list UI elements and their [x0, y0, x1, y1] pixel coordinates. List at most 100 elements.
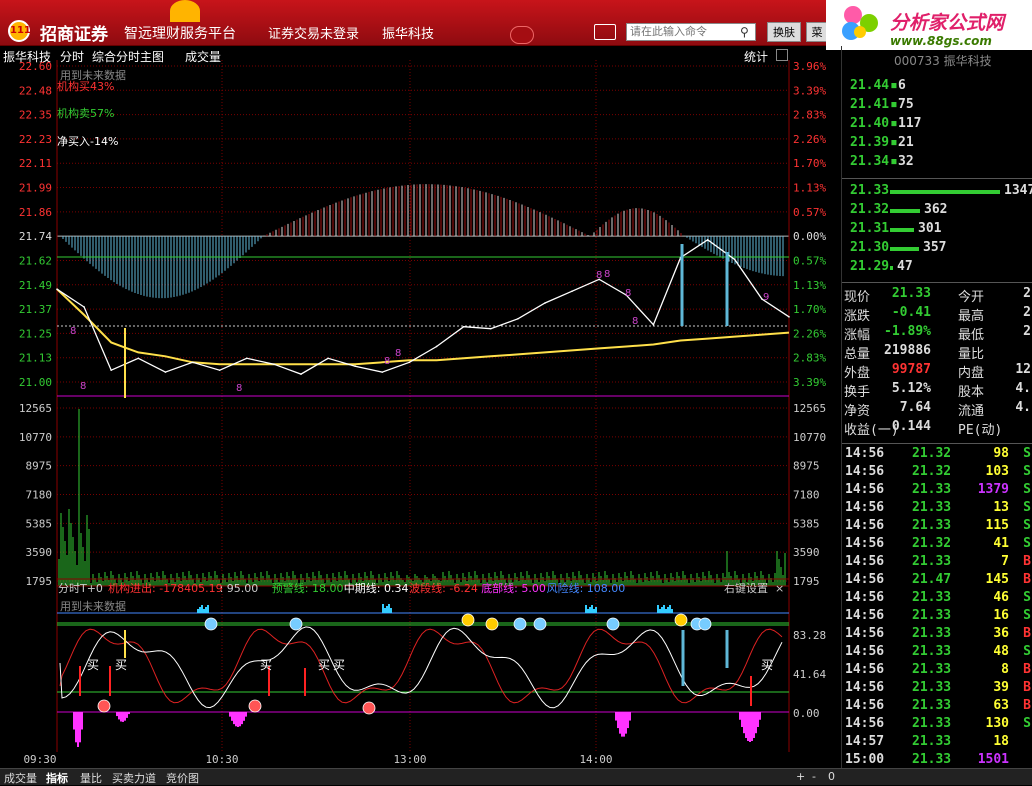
bid-volume: 357 [923, 240, 947, 255]
tick-side: S [1023, 716, 1031, 731]
stat-value: 7.64 [899, 400, 931, 415]
tick-volume: 145 [985, 572, 1009, 587]
tick-row: 14:56 21.47 145 B [842, 572, 1032, 591]
marker-label: 9 [763, 292, 769, 303]
signal-ball-icon [362, 701, 376, 715]
ask-volume: 6 [898, 78, 906, 93]
stat-row: 涨跌 -0.41 最高 2 [842, 305, 1032, 324]
indicator-value: : 95.00 [220, 582, 259, 595]
y-tick-label: 21.25 [19, 327, 52, 340]
bid-price: 21.30 [850, 240, 890, 255]
ask-price: 21.41 [850, 97, 890, 112]
signal-ball-icon [533, 617, 547, 631]
divider [842, 178, 1032, 179]
tick-volume: 39 [993, 680, 1009, 695]
y-tick-label: 7180 [26, 489, 53, 502]
stat-value: 12 [1015, 362, 1031, 377]
data-point [733, 258, 736, 261]
zoom-in-button[interactable]: + [796, 770, 805, 783]
marker-label: 8 [236, 383, 242, 394]
y-tick-label: 22.60 [19, 60, 52, 73]
y-tick-label: 22.48 [19, 84, 52, 97]
y-tick-label: 3590 [26, 546, 53, 559]
signal-ball-icon [204, 617, 218, 631]
y-tick-label-pct: 1.70% [793, 303, 826, 316]
bid-volume: 47 [897, 259, 913, 274]
stat-value: 21.33 [891, 286, 931, 301]
tick-row: 14:56 21.33 1379 S [842, 482, 1032, 501]
stat-value: -1.89% [884, 324, 931, 339]
y-tick-label: 10770 [19, 431, 52, 444]
brand-slogan: 智远理财服务平台 [124, 26, 236, 42]
tick-time: 14:56 [845, 500, 885, 515]
panel-header: 000733 振华科技 [894, 52, 992, 69]
search-icon[interactable]: ⚲ [740, 25, 749, 39]
skin-button[interactable]: 换肤 [767, 22, 801, 42]
tick-price: 21.33 [912, 482, 952, 497]
x-tick-label: 10:30 [205, 753, 238, 766]
tab-trade-force[interactable]: 买卖力道 [112, 770, 156, 786]
chart-area[interactable]: 振华科技 分时 综合分时主图 成交量 统计 22.60 3.96% 22.48 3.3… [0, 46, 841, 768]
y-tick-label-vol: 7180 [793, 489, 820, 502]
tab-volume-ratio[interactable]: 量比 [80, 770, 102, 786]
stock-name-menu[interactable]: 振华科技 [382, 23, 434, 42]
y-tick-label: 21.13 [19, 352, 52, 365]
collapse-icon[interactable] [510, 26, 534, 44]
marker-label: 8 [384, 356, 390, 367]
tick-time: 14:56 [845, 518, 885, 533]
tick-row: 14:56 21.32 41 S [842, 536, 1032, 555]
command-input[interactable] [626, 23, 756, 41]
bid-volume: 362 [924, 202, 948, 217]
tab-indicator[interactable]: 指标 [46, 770, 68, 786]
bid-price: 21.32 [850, 202, 890, 217]
tick-price: 21.33 [912, 716, 952, 731]
y-tick-label: 22.11 [19, 157, 52, 170]
ask-dash-icon: ▪ [890, 154, 898, 169]
stat-label: 净资 [844, 404, 871, 419]
keyboard-icon[interactable] [594, 24, 616, 40]
ask-row: 21.44 ▪ 6 [842, 78, 1032, 97]
tab-auction[interactable]: 竞价图 [166, 770, 199, 786]
tick-row: 14:56 21.33 46 S [842, 590, 1032, 609]
zoom-out-button[interactable]: - [812, 770, 816, 783]
buy-label: 买 [333, 658, 345, 672]
watermark: 分析家公式网 www.88gs.com [826, 0, 1032, 50]
tick-row: 14:56 21.33 115 S [842, 518, 1032, 537]
y-tick-label-pct: 0.00% [793, 230, 826, 243]
tick-side: B [1023, 626, 1031, 641]
tick-row: 14:57 21.33 18 [842, 734, 1032, 753]
buy-label: 买 [87, 658, 99, 672]
indicator-value: 中期线: 0.34 [344, 581, 409, 595]
tick-time: 14:56 [845, 572, 885, 587]
tick-time: 14:56 [845, 554, 885, 569]
indicator-value: 预警线: 18.00 [272, 581, 344, 595]
stat-value: 5.12% [891, 381, 931, 396]
menu-button[interactable]: 菜单 [806, 22, 828, 42]
stat-row: 外盘 99787 内盘 12 [842, 362, 1032, 381]
tick-time: 14:56 [845, 716, 885, 731]
tick-volume: 41 [993, 536, 1009, 551]
y-tick-label: 21.00 [19, 376, 52, 389]
net-buy-label: 净买入-14% [57, 134, 118, 148]
x-tick-label: 14:00 [579, 753, 612, 766]
signal-ball-icon [698, 617, 712, 631]
tick-price: 21.33 [912, 698, 952, 713]
stat-label: 今开 [958, 290, 985, 305]
bid-price: 21.31 [850, 221, 890, 236]
brand-name: 招商证券 [40, 25, 108, 45]
buy-label: 买 [115, 658, 127, 672]
stat-row: 涨幅 -1.89% 最低 2 [842, 324, 1032, 343]
tick-row: 14:56 21.33 36 B [842, 626, 1032, 645]
tick-volume: 16 [993, 608, 1009, 623]
inst-buy-label: 机构买43% [57, 79, 114, 93]
trade-login-menu[interactable]: 证券交易未登录 [268, 23, 359, 42]
bid-bar [890, 190, 1000, 194]
tick-price: 21.33 [912, 626, 952, 641]
reset-button[interactable]: 0 [828, 770, 835, 783]
marker-label: 8 [596, 270, 602, 281]
ask-row: 21.39 ▪ 21 [842, 135, 1032, 154]
tab-volume[interactable]: 成交量 [4, 770, 37, 786]
tick-side: S [1023, 608, 1031, 623]
stat-label: 现价 [844, 290, 871, 305]
stat-row: 收益(一) 0.144 PE(动) [842, 419, 1032, 438]
